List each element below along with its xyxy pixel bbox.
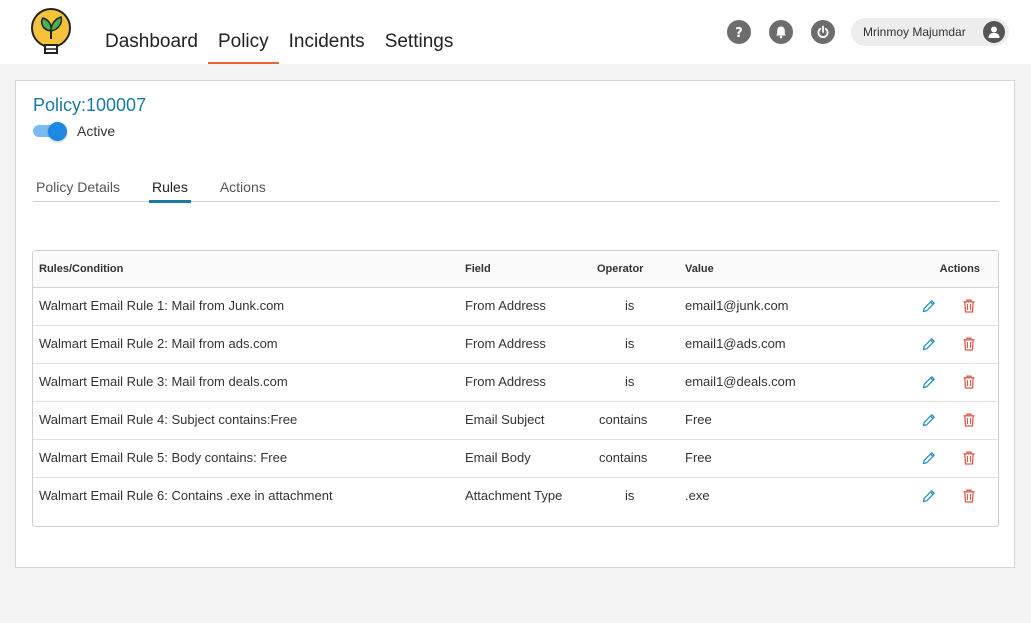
field-cell: Attachment Type bbox=[465, 487, 563, 503]
header-actions: Actions bbox=[909, 251, 998, 288]
bell-icon[interactable] bbox=[769, 20, 793, 44]
help-icon[interactable]: ? bbox=[727, 20, 751, 44]
operator-text: is bbox=[625, 297, 635, 313]
field-cell: From Address bbox=[459, 363, 591, 402]
delete-icon[interactable] bbox=[958, 448, 980, 468]
tab-actions[interactable]: Actions bbox=[217, 171, 269, 202]
nav-dashboard[interactable]: Dashboard bbox=[95, 0, 208, 64]
power-icon[interactable] bbox=[811, 20, 835, 44]
svg-text:?: ? bbox=[735, 26, 743, 39]
nav-incidents[interactable]: Incidents bbox=[279, 0, 375, 64]
user-name: Mrinmoy Majumdar bbox=[863, 25, 966, 39]
header-operator: Operator bbox=[591, 251, 679, 288]
header-value: Value bbox=[679, 251, 909, 288]
operator-text: contains bbox=[599, 411, 648, 427]
operator-text: is bbox=[625, 487, 635, 503]
value-cell: Free bbox=[679, 439, 909, 478]
active-label: Active bbox=[77, 123, 116, 139]
field-cell: Email Body bbox=[459, 439, 591, 478]
tab-rules[interactable]: Rules bbox=[149, 171, 191, 203]
rule-condition-cell: Walmart Email Rule 2: Mail from ads.com bbox=[33, 325, 459, 364]
field-cell: Email Subject bbox=[459, 401, 591, 440]
edit-icon[interactable] bbox=[918, 448, 940, 468]
value-cell: .exe bbox=[685, 487, 710, 503]
operator-cell: is bbox=[591, 477, 679, 526]
policy-card: Policy:100007 Active Policy Details Rule… bbox=[15, 80, 1015, 568]
rule-condition-cell: Walmart Email Rule 5: Body contains: Fre… bbox=[33, 439, 459, 478]
policy-tabs: Policy Details Rules Actions bbox=[33, 171, 999, 203]
value-cell: email1@deals.com bbox=[679, 363, 909, 402]
rules-table: Rules/Condition Field Operator Value Act… bbox=[32, 250, 999, 527]
active-toggle[interactable] bbox=[33, 122, 69, 141]
edit-icon[interactable] bbox=[918, 486, 940, 506]
table-row[interactable]: Walmart Email Rule 4: Subject contains:F… bbox=[33, 401, 998, 440]
edit-icon[interactable] bbox=[918, 334, 940, 354]
actions-cell bbox=[909, 325, 998, 364]
header-rules-condition: Rules/Condition bbox=[33, 251, 459, 288]
table-header-row: Rules/Condition Field Operator Value Act… bbox=[33, 251, 998, 288]
top-bar: Dashboard Policy Incidents Settings ? Mr… bbox=[0, 0, 1031, 64]
actions-cell bbox=[909, 439, 998, 478]
rule-condition-cell: Walmart Email Rule 1: Mail from Junk.com bbox=[33, 287, 459, 326]
user-menu[interactable]: Mrinmoy Majumdar bbox=[851, 18, 1009, 46]
value-cell: Free bbox=[679, 401, 909, 440]
tab-policy-details[interactable]: Policy Details bbox=[33, 171, 123, 202]
value-cell: email1@ads.com bbox=[679, 325, 909, 364]
actions-cell bbox=[909, 401, 998, 440]
actions-cell bbox=[909, 363, 998, 402]
operator-text: is bbox=[625, 335, 635, 351]
delete-icon[interactable] bbox=[958, 296, 980, 316]
nav-settings[interactable]: Settings bbox=[375, 0, 464, 64]
field-cell: From Address bbox=[459, 287, 591, 326]
value-cell: email1@junk.com bbox=[679, 287, 909, 326]
field-cell: From Address bbox=[459, 325, 591, 364]
actions-cell bbox=[909, 477, 998, 526]
header-field: Field bbox=[459, 251, 591, 288]
actions-cell bbox=[909, 287, 998, 326]
operator-cell: contains bbox=[591, 401, 679, 440]
edit-icon[interactable] bbox=[918, 410, 940, 430]
operator-cell: is bbox=[591, 325, 679, 364]
table-row[interactable]: Walmart Email Rule 1: Mail from Junk.com… bbox=[33, 287, 998, 326]
operator-cell: is bbox=[591, 287, 679, 326]
table-row[interactable]: Walmart Email Rule 3: Mail from deals.co… bbox=[33, 363, 998, 402]
table-row[interactable]: Walmart Email Rule 5: Body contains: Fre… bbox=[33, 439, 998, 478]
operator-cell: is bbox=[591, 363, 679, 402]
delete-icon[interactable] bbox=[958, 486, 980, 506]
table-row[interactable]: Walmart Email Rule 2: Mail from ads.com … bbox=[33, 325, 998, 364]
edit-icon[interactable] bbox=[918, 372, 940, 392]
avatar-icon bbox=[983, 21, 1005, 43]
delete-icon[interactable] bbox=[958, 334, 980, 354]
edit-icon[interactable] bbox=[918, 296, 940, 316]
rule-condition-cell: Walmart Email Rule 3: Mail from deals.co… bbox=[33, 363, 459, 402]
delete-icon[interactable] bbox=[958, 372, 980, 392]
rule-condition-cell: Walmart Email Rule 6: Contains .exe in a… bbox=[39, 487, 333, 503]
policy-title: Policy:100007 bbox=[33, 95, 147, 115]
operator-text: contains bbox=[599, 449, 648, 465]
table-row[interactable]: Walmart Email Rule 6: Contains .exe in a… bbox=[33, 477, 998, 526]
delete-icon[interactable] bbox=[958, 410, 980, 430]
toggle-knob bbox=[48, 122, 67, 141]
nav-policy[interactable]: Policy bbox=[207, 0, 279, 64]
main-nav: Dashboard Policy Incidents Settings bbox=[95, 0, 463, 64]
rule-condition-cell: Walmart Email Rule 4: Subject contains:F… bbox=[33, 401, 459, 440]
operator-cell: contains bbox=[591, 439, 679, 478]
app-logo[interactable] bbox=[30, 8, 74, 58]
operator-text: is bbox=[625, 373, 635, 389]
